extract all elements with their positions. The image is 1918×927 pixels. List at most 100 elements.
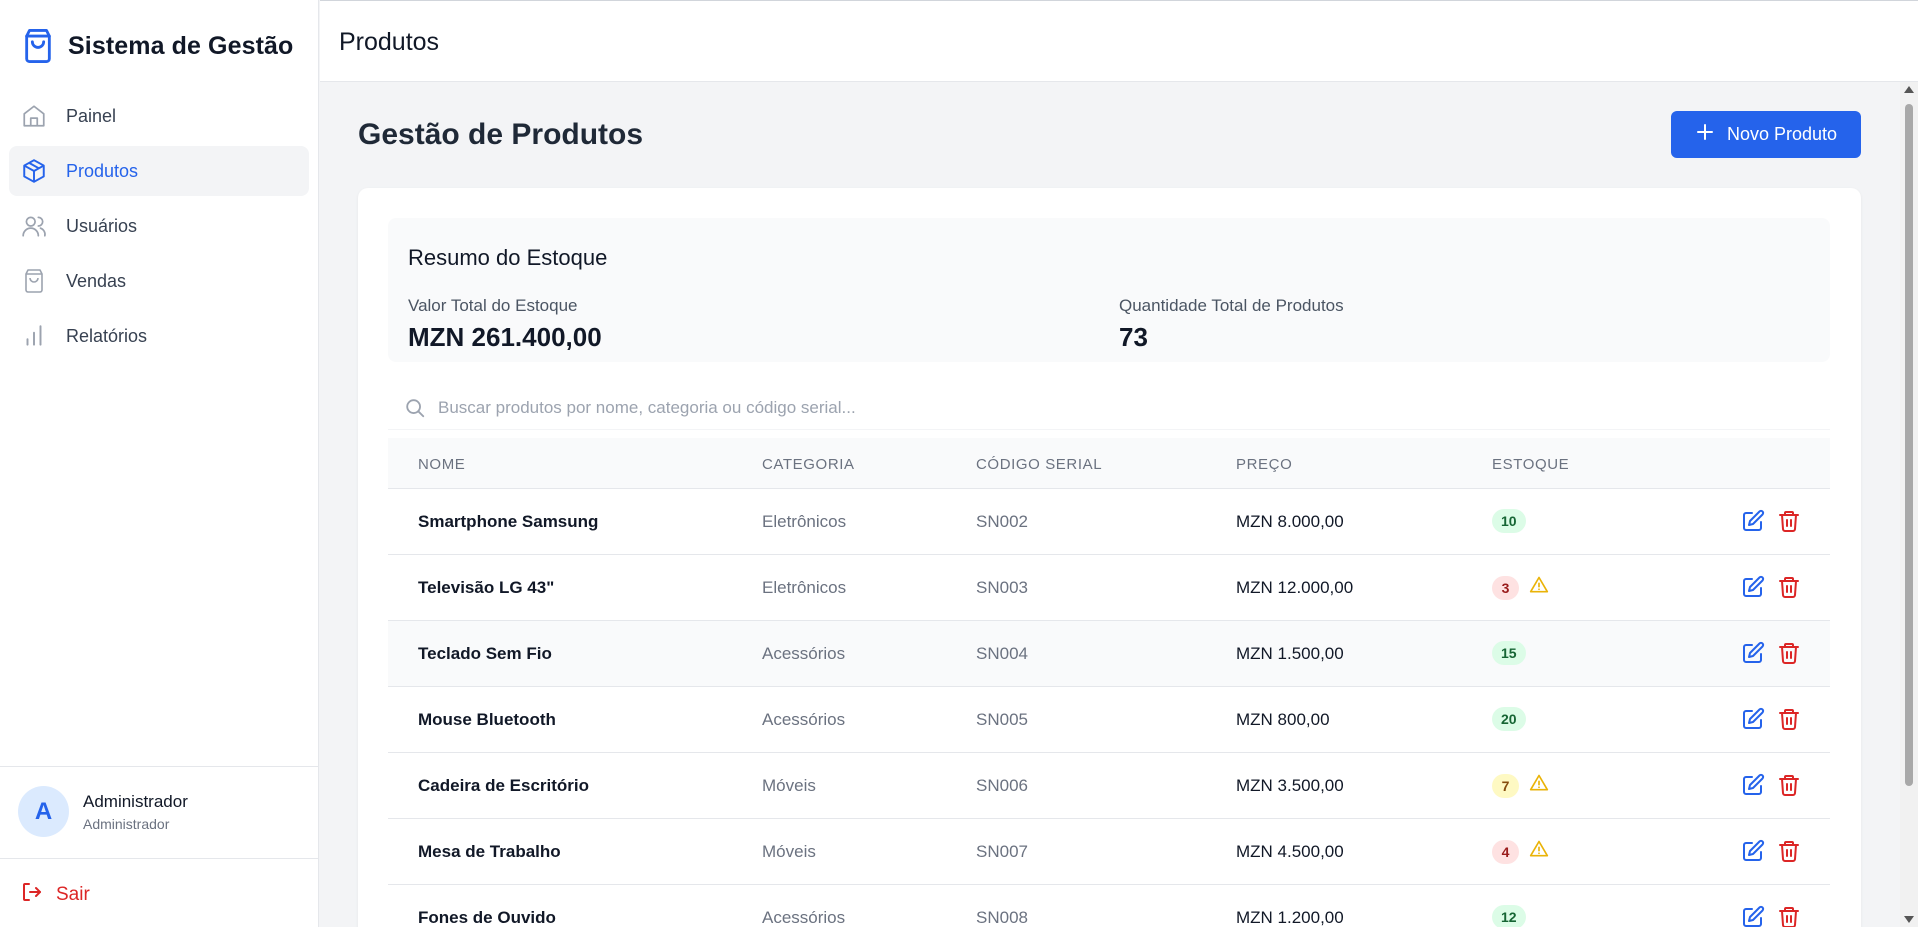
sidebar-nav: Painel Produtos Usuários Vendas Relatóri… (9, 91, 309, 366)
search-bar (388, 386, 1830, 430)
stock-cell: 12 (1492, 905, 1526, 927)
table-row[interactable]: Cadeira de Escritório Móveis SN006 MZN 3.50… (388, 753, 1830, 819)
trash-icon[interactable] (1777, 575, 1801, 599)
column-header-category[interactable]: CATEGORIA (762, 456, 855, 473)
trash-icon[interactable] (1777, 509, 1801, 533)
scroll-up-arrow[interactable] (1904, 86, 1914, 93)
user-role: Administrador (83, 815, 170, 832)
sidebar-item-relatorios[interactable]: Relatórios (9, 311, 309, 361)
product-name: Mouse Bluetooth (418, 710, 556, 729)
table-row[interactable]: Fones de Ouvido Acessórios SN008 MZN 1.200,… (388, 885, 1830, 927)
product-category: Móveis (762, 842, 816, 861)
total-value: MZN 261.400,00 (408, 322, 602, 352)
edit-icon[interactable] (1741, 839, 1765, 863)
table-row[interactable]: Televisão LG 43" Eletrônicos SN003 MZN 12.0… (388, 555, 1830, 621)
stock-badge: 12 (1492, 905, 1526, 927)
search-icon (404, 397, 426, 424)
sidebar-item-usuarios[interactable]: Usuários (9, 201, 309, 251)
sidebar-item-label: Vendas (66, 270, 127, 291)
edit-icon[interactable] (1741, 707, 1765, 731)
row-actions (1741, 707, 1801, 731)
product-category: Acessórios (762, 908, 846, 927)
total-qty: 73 (1119, 322, 1148, 352)
row-actions (1741, 575, 1801, 599)
stock-cell: 10 (1492, 509, 1526, 533)
table-body: Smartphone Samsung Eletrônicos SN002 MZN 8.… (388, 489, 1830, 927)
edit-icon[interactable] (1741, 905, 1765, 927)
stock-badge: 20 (1492, 707, 1526, 731)
summary-title: Resumo do Estoque (408, 245, 608, 270)
product-serial: SN008 (976, 908, 1028, 927)
stock-badge: 3 (1492, 575, 1519, 600)
product-price: MZN 3.500,00 (1236, 776, 1344, 795)
trash-icon[interactable] (1777, 839, 1801, 863)
product-price: MZN 8.000,00 (1236, 512, 1344, 531)
sidebar-item-label: Usuários (66, 215, 138, 236)
home-icon (20, 102, 48, 130)
column-header-serial[interactable]: CÓDIGO SERIAL (976, 456, 1102, 473)
product-category: Acessórios (762, 710, 846, 729)
sidebar-item-vendas[interactable]: Vendas (9, 256, 309, 306)
product-name: Cadeira de Escritório (418, 776, 590, 795)
logout-label: Sair (56, 883, 90, 905)
stock-cell: 3 (1492, 575, 1549, 600)
sidebar-item-produtos[interactable]: Produtos (9, 146, 309, 196)
search-input[interactable] (438, 392, 1818, 424)
column-header-price[interactable]: PREÇO (1236, 456, 1292, 473)
brand-title: Sistema de Gestão (68, 31, 294, 60)
product-serial: SN006 (976, 776, 1028, 795)
bar-chart-icon (20, 322, 48, 350)
scroll-down-arrow[interactable] (1904, 916, 1914, 923)
logout-button[interactable]: Sair (20, 880, 90, 909)
user-profile[interactable]: A Administrador Administrador (18, 786, 188, 837)
column-header-name[interactable]: NOME (418, 456, 465, 473)
user-name: Administrador (83, 791, 188, 811)
sidebar-item-painel[interactable]: Painel (9, 91, 309, 141)
stock-cell: 7 (1492, 773, 1549, 798)
sidebar-item-label: Produtos (66, 160, 139, 181)
table-row[interactable]: Teclado Sem Fio Acessórios SN004 MZN 1.500,… (388, 621, 1830, 687)
trash-icon[interactable] (1777, 641, 1801, 665)
divider (0, 858, 319, 859)
product-name: Teclado Sem Fio (418, 644, 552, 663)
product-price: MZN 1.200,00 (1236, 908, 1344, 927)
warning-icon (1529, 839, 1549, 864)
product-name: Smartphone Samsung (418, 512, 599, 531)
total-value-label: Valor Total do Estoque (408, 296, 578, 315)
product-name: Mesa de Trabalho (418, 842, 561, 861)
warning-icon (1529, 575, 1549, 600)
page-title: Gestão de Produtos (358, 118, 644, 151)
table-row[interactable]: Smartphone Samsung Eletrônicos SN002 MZN 8.… (388, 489, 1830, 555)
product-price: MZN 800,00 (1236, 710, 1330, 729)
warning-icon (1529, 773, 1549, 798)
top-header: Produtos (320, 0, 1918, 82)
sidebar-item-label: Painel (66, 105, 117, 126)
stock-badge: 10 (1492, 509, 1526, 533)
table-row[interactable]: Mouse Bluetooth Acessórios SN005 MZN 800,00… (388, 687, 1830, 753)
product-price: MZN 12.000,00 (1236, 578, 1354, 597)
stock-badge: 15 (1492, 641, 1526, 665)
divider (0, 766, 319, 767)
new-product-button[interactable]: Novo Produto (1671, 111, 1861, 158)
scroll-thumb[interactable] (1905, 104, 1913, 786)
edit-icon[interactable] (1741, 509, 1765, 533)
trash-icon[interactable] (1777, 773, 1801, 797)
edit-icon[interactable] (1741, 575, 1765, 599)
sidebar-item-label: Relatórios (66, 325, 148, 346)
edit-icon[interactable] (1741, 641, 1765, 665)
edit-icon[interactable] (1741, 773, 1765, 797)
product-category: Móveis (762, 776, 816, 795)
scrollbar[interactable] (1900, 82, 1918, 927)
column-header-stock[interactable]: ESTOQUE (1492, 456, 1569, 473)
table-row[interactable]: Mesa de Trabalho Móveis SN007 MZN 4.500,00 4 (388, 819, 1830, 885)
stock-cell: 4 (1492, 839, 1549, 864)
stock-badge: 4 (1492, 839, 1519, 864)
brand[interactable]: Sistema de Gestão (20, 26, 293, 66)
new-product-label: Novo Produto (1726, 124, 1838, 144)
users-icon (20, 212, 48, 240)
trash-icon[interactable] (1777, 707, 1801, 731)
product-serial: SN002 (976, 512, 1028, 531)
trash-icon[interactable] (1777, 905, 1801, 927)
product-serial: SN007 (976, 842, 1028, 861)
row-actions (1741, 839, 1801, 863)
